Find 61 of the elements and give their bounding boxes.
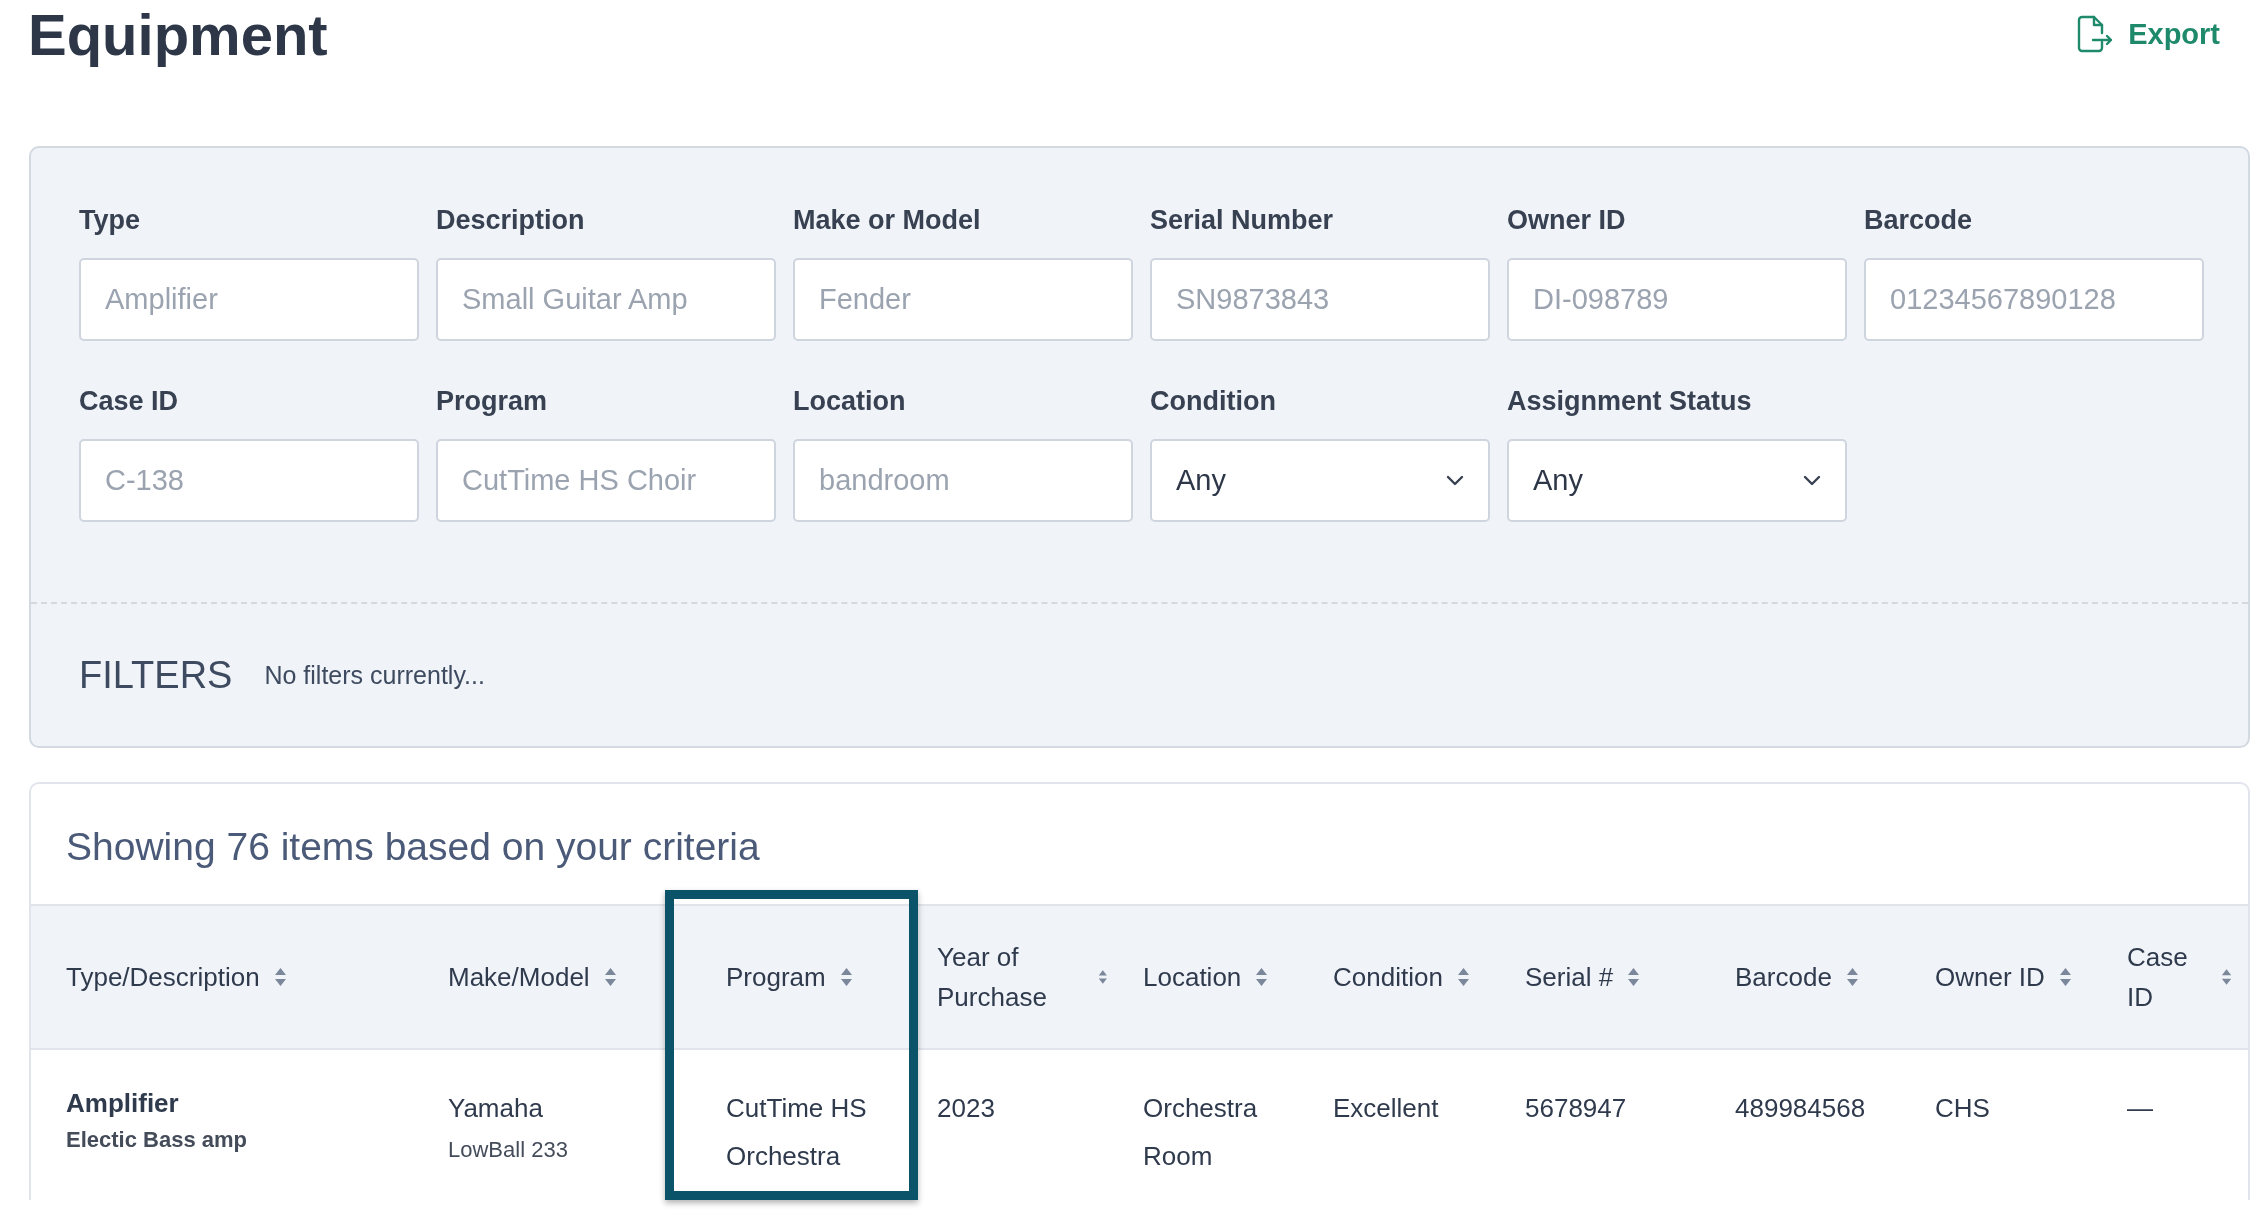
page-title: Equipment	[28, 1, 328, 69]
dropdown[interactable]: Any	[1150, 439, 1490, 522]
input-field[interactable]: DI-098789	[1507, 258, 1847, 341]
column-header[interactable]: Owner ID	[1916, 904, 2108, 1050]
filters-heading: FILTERS	[79, 653, 233, 697]
field-label: Assignment Status	[1507, 385, 1753, 417]
sort-icon	[2058, 967, 2072, 987]
input-field[interactable]: Small Guitar Amp	[436, 258, 776, 341]
column-header[interactable]: Type/Description	[47, 904, 429, 1050]
sort-icon	[1456, 967, 1470, 987]
table-cell-text: CHS	[1935, 1092, 1991, 1125]
column-header[interactable]: Condition	[1314, 904, 1506, 1050]
field-label: Owner ID	[1507, 204, 1627, 236]
export-button[interactable]: Export	[2076, 0, 2220, 54]
cell-subtext: Electic Bass amp	[66, 1126, 248, 1154]
filters-note: No filters currently...	[264, 660, 485, 690]
results-summary: Showing 76 items based on your criteria	[65, 824, 761, 870]
table-cell-text: Orchestra Room	[1143, 1092, 1259, 1173]
table-cell-text: Amplifier	[66, 1087, 180, 1120]
input-field[interactable]: bandroom	[793, 439, 1133, 522]
table-cell-text: —	[2127, 1092, 2154, 1125]
field-label: Type	[79, 204, 141, 236]
table-cell-text: 489984568	[1735, 1092, 1867, 1125]
column-header[interactable]: Case ID	[2108, 904, 2248, 1050]
sort-icon	[1627, 967, 1641, 987]
field-label: Location	[793, 385, 907, 417]
field-label: Serial Number	[1150, 204, 1335, 236]
field-label: Make or Model	[793, 204, 982, 236]
column-header[interactable]: Location	[1124, 904, 1314, 1050]
field-label: Description	[436, 204, 586, 236]
sort-icon	[839, 967, 853, 987]
sort-icon	[603, 967, 617, 987]
field-label: Program	[436, 385, 549, 417]
field-label: Barcode	[1864, 204, 1974, 236]
sort-icon	[273, 967, 287, 987]
table-cell-text: Yamaha	[448, 1092, 544, 1125]
column-header[interactable]: Make/Model	[429, 904, 707, 1050]
column-header[interactable]: Year of Purchase	[918, 904, 1124, 1050]
sort-icon	[1255, 967, 1269, 987]
table-cell-text: 2023	[937, 1092, 996, 1125]
cell-subtext: LowBall 233	[448, 1136, 569, 1164]
chevron-down-icon	[1803, 475, 1821, 486]
column-header[interactable]: Serial #	[1506, 904, 1716, 1050]
input-field[interactable]: Amplifier	[79, 258, 419, 341]
sort-icon	[1845, 967, 1859, 987]
file-export-icon	[2076, 14, 2115, 54]
dropdown[interactable]: Any	[1507, 439, 1847, 522]
field-label: Case ID	[79, 385, 180, 417]
column-header[interactable]: Barcode	[1716, 904, 1916, 1050]
input-field[interactable]: SN9873843	[1150, 258, 1490, 341]
chevron-down-icon	[1446, 475, 1464, 486]
field-label: Condition	[1150, 385, 1277, 417]
input-field[interactable]: C-138	[79, 439, 419, 522]
input-field[interactable]: 01234567890128	[1864, 258, 2204, 341]
sort-icon	[2220, 967, 2232, 987]
table-cell-text: 5678947	[1525, 1092, 1628, 1125]
input-field[interactable]: Fender	[793, 258, 1133, 341]
table-cell-text: CutTime HS Orchestra	[726, 1092, 868, 1173]
table-cell-text: Excellent	[1333, 1092, 1440, 1125]
input-field[interactable]: CutTime HS Choir	[436, 439, 776, 522]
column-header[interactable]: Program	[707, 904, 906, 1050]
